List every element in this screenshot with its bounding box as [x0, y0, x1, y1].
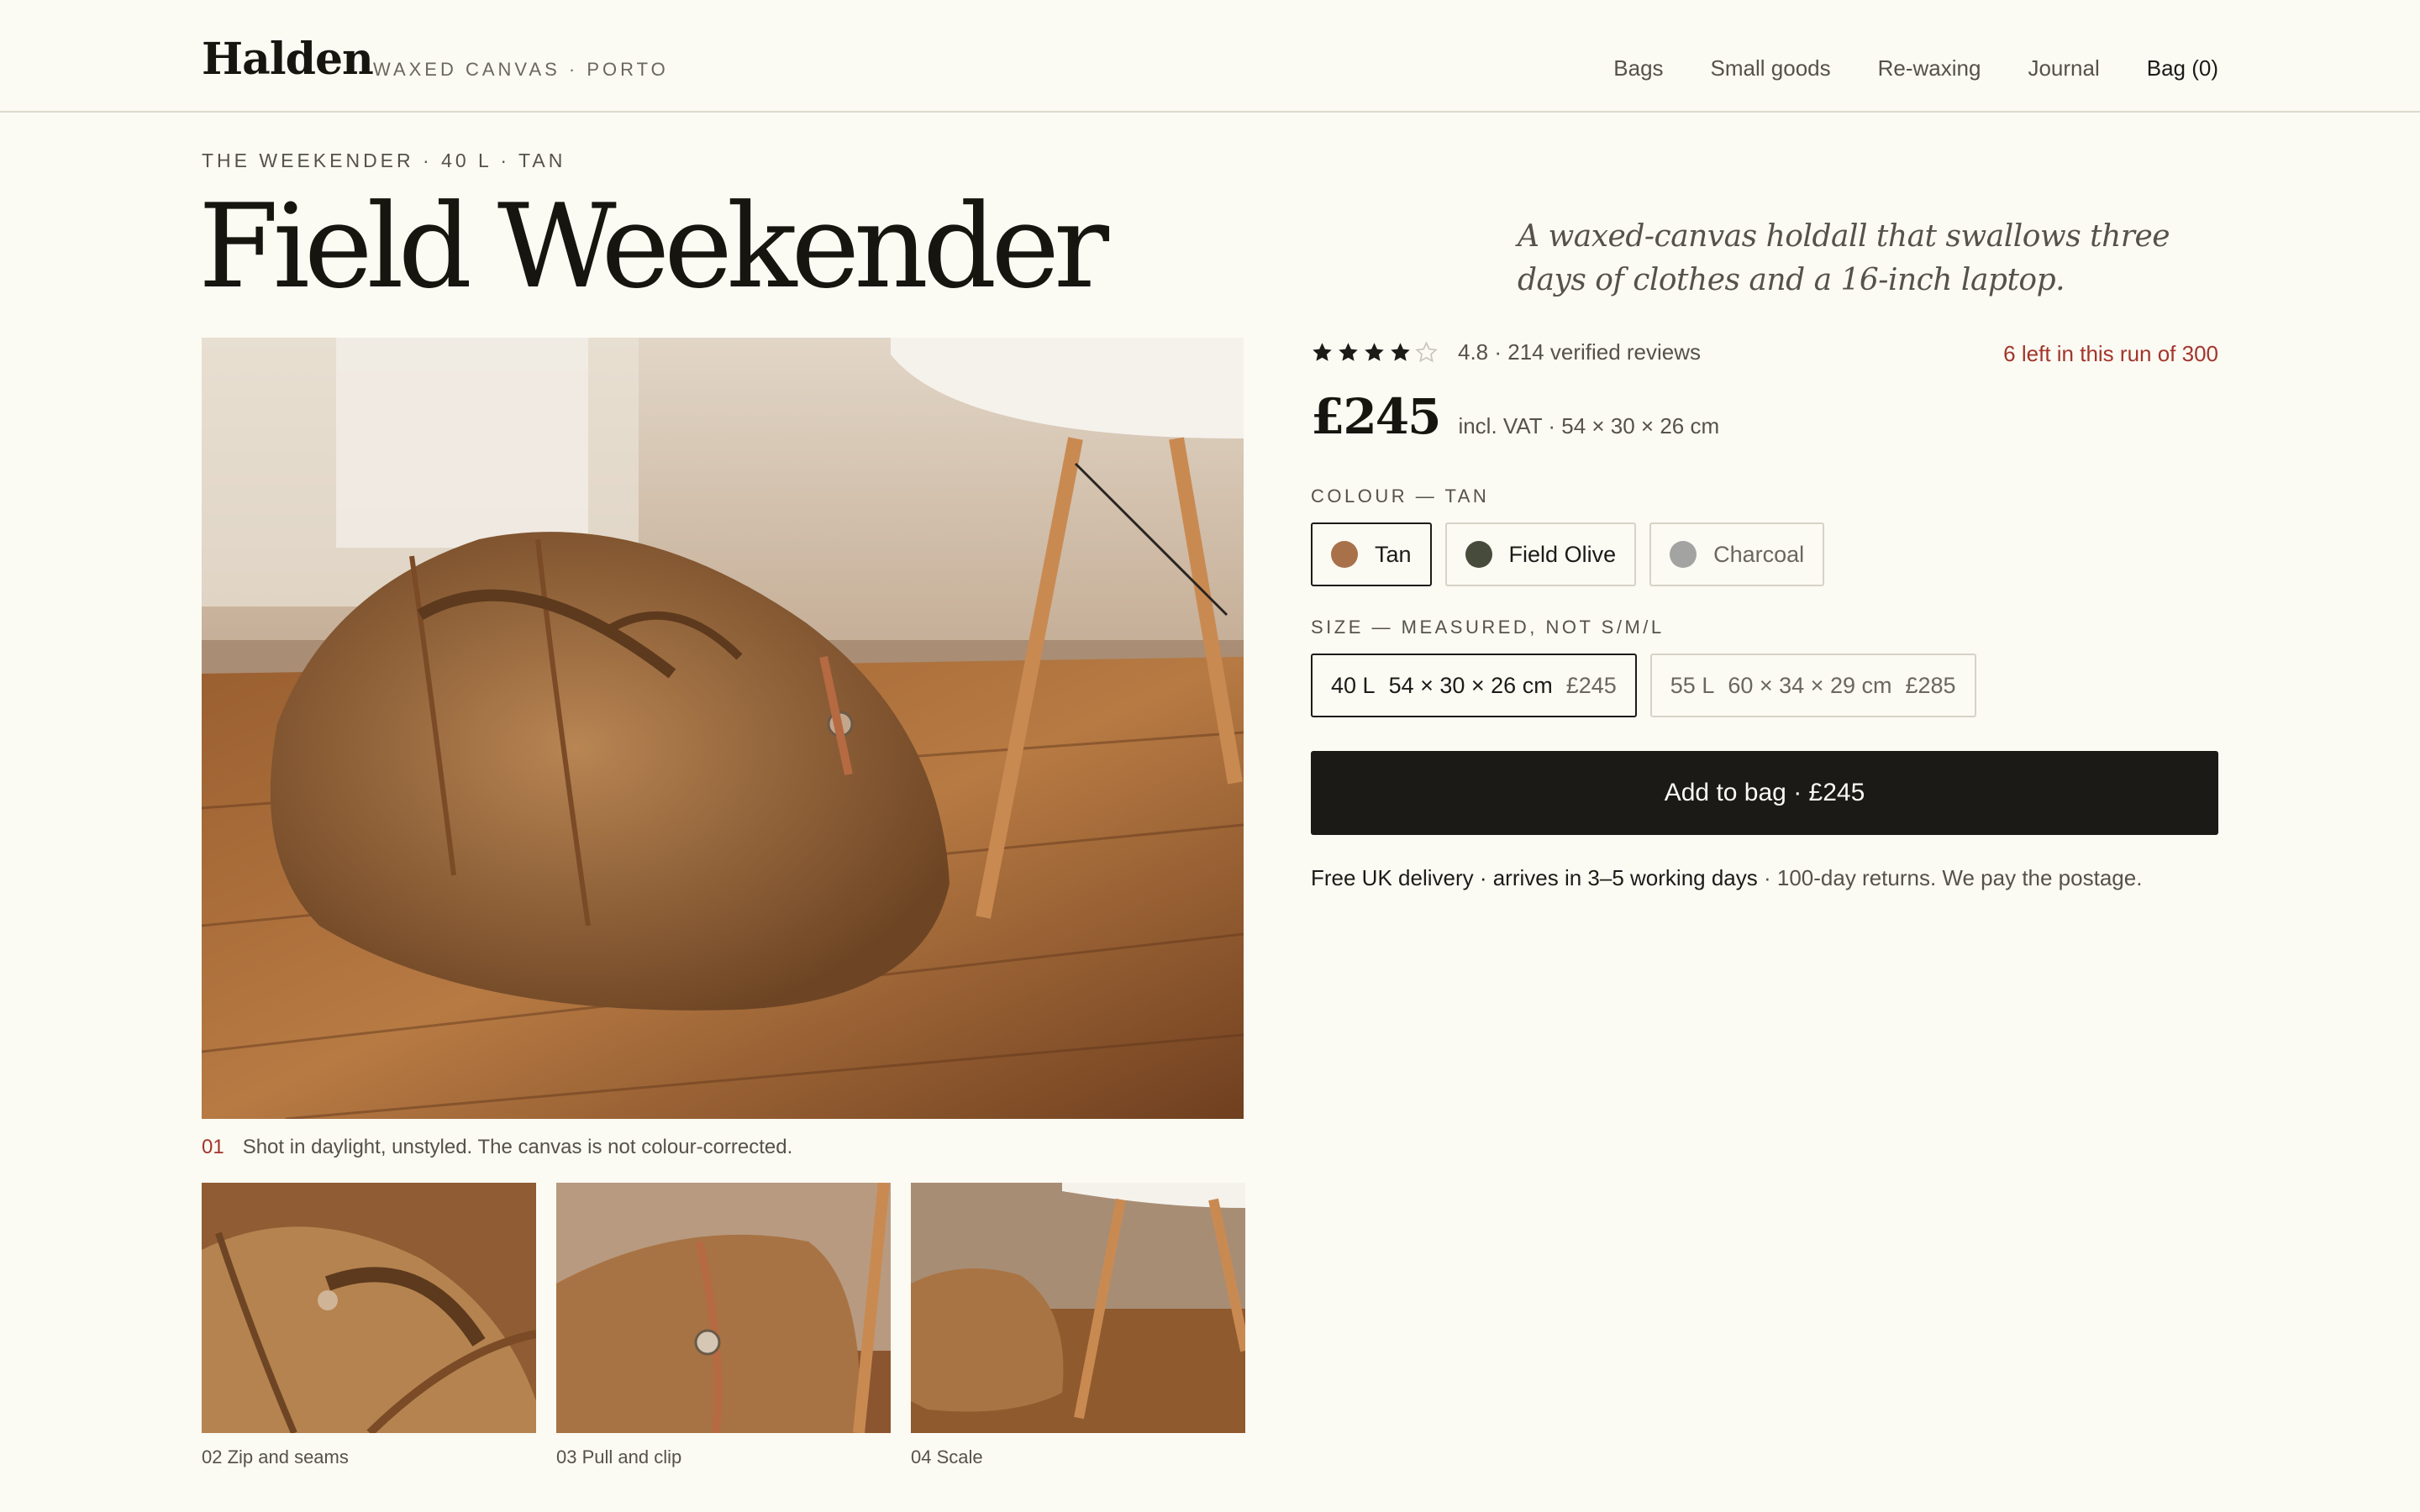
colour-option-label: Field Olive	[1508, 541, 1617, 567]
swatch-dot	[1331, 541, 1358, 568]
product-tagline: A waxed-canvas holdall that swallows thr…	[1518, 219, 2170, 297]
site-header: Halden WAXED CANVAS · PORTO Bags Small g…	[0, 0, 2420, 113]
delivery-text: Free UK delivery · arrives in 3–5 workin…	[1311, 865, 1758, 890]
price-details: incl. VAT · 54 × 30 × 26 cm	[1458, 413, 1720, 438]
add-to-bag-button[interactable]: Add to bag · £245	[1311, 751, 2218, 835]
product-title: Field Weekender	[198, 179, 1109, 314]
rating-text: 4.8 · 214 verified reviews	[1458, 339, 1702, 365]
product-eyebrow: THE WEEKENDER · 40 L · TAN	[202, 150, 566, 171]
returns-text: · 100-day returns. We pay the postage.	[1757, 865, 2143, 890]
size-option-55l[interactable]: 55 L 60 × 34 × 29 cm £285	[1649, 654, 1976, 717]
star-filled-icon	[1365, 343, 1384, 361]
product-price: £245	[1311, 388, 1441, 445]
price-row: £245 incl. VAT · 54 × 30 × 26 cm	[1311, 388, 1719, 445]
size-option-40l[interactable]: 40 L 54 × 30 × 26 cm £245	[1311, 654, 1637, 717]
size-price: £285	[1905, 672, 1956, 698]
colour-option-label: Tan	[1375, 541, 1412, 567]
caption-text: Shot in daylight, unstyled. The canvas i…	[242, 1136, 793, 1158]
thumbnail-image[interactable]	[556, 1183, 891, 1433]
thumbnail-scale[interactable]: 04 Scale	[911, 1183, 1245, 1468]
main-nav: Bags Small goods Re-waxing Journal Bag (…	[1613, 55, 2218, 81]
star-filled-icon	[1313, 343, 1332, 361]
thumbnail-zip-and-seams[interactable]: 02 Zip and seams	[202, 1183, 536, 1468]
colour-options: Tan Field Olive Charcoal	[1311, 522, 1825, 586]
star-filled-icon	[1339, 343, 1358, 361]
image-caption: 01 Shot in daylight, unstyled. The canvas…	[202, 1136, 792, 1159]
colour-option-label: Charcoal	[1713, 541, 1805, 567]
star-rating	[1311, 341, 1438, 364]
size-price: £245	[1565, 672, 1617, 698]
size-capacity: 40 L	[1331, 672, 1376, 698]
bag-photo-illustration	[202, 338, 1244, 1119]
thumbnail-image[interactable]	[202, 1183, 536, 1433]
nav-item-re-waxing[interactable]: Re-waxing	[1878, 55, 1981, 81]
star-empty-icon	[1415, 341, 1438, 363]
delivery-info: Free UK delivery · arrives in 3–5 workin…	[1311, 865, 2142, 891]
size-capacity: 55 L	[1670, 672, 1715, 698]
swatch-dot	[1670, 541, 1697, 568]
size-label: SIZE — MEASURED, NOT S/M/L	[1311, 617, 1665, 638]
thumbnail-label: 02 Zip and seams	[202, 1446, 349, 1467]
brand-logo[interactable]: Halden	[202, 34, 374, 85]
rating-summary[interactable]: 4.8 · 214 verified reviews	[1311, 339, 1701, 365]
thumbnail-label: 03 Pull and clip	[556, 1446, 682, 1467]
nav-item-bags[interactable]: Bags	[1613, 55, 1663, 81]
size-dimensions: 60 × 34 × 29 cm	[1728, 672, 1892, 698]
swatch-dot	[1465, 541, 1492, 568]
main-product-image[interactable]	[202, 338, 1244, 1119]
thumbnail-strip: 02 Zip and seams 03 Pull and clip 04 Sca…	[202, 1183, 1245, 1468]
nav-item-small-goods[interactable]: Small goods	[1711, 55, 1831, 81]
stock-notice: 6 left in this run of 300	[2003, 341, 2218, 366]
colour-label: COLOUR — TAN	[1311, 486, 1490, 507]
thumbnail-label: 04 Scale	[911, 1446, 983, 1467]
brand-tagline: WAXED CANVAS · PORTO	[373, 59, 669, 80]
bag-link[interactable]: Bag (0)	[2147, 55, 2218, 81]
colour-option-charcoal[interactable]: Charcoal	[1649, 522, 1825, 586]
thumbnail-pull-and-clip[interactable]: 03 Pull and clip	[556, 1183, 891, 1468]
caption-number: 01	[202, 1136, 224, 1158]
size-options: 40 L 54 × 30 × 26 cm £245 55 L 60 × 34 ×…	[1311, 654, 1976, 717]
nav-item-journal[interactable]: Journal	[2028, 55, 2099, 81]
size-dimensions: 54 × 30 × 26 cm	[1388, 672, 1553, 698]
star-filled-icon	[1391, 343, 1410, 361]
colour-option-field-olive[interactable]: Field Olive	[1444, 522, 1637, 586]
thumbnail-image[interactable]	[911, 1183, 1245, 1433]
colour-option-tan[interactable]: Tan	[1311, 522, 1432, 586]
